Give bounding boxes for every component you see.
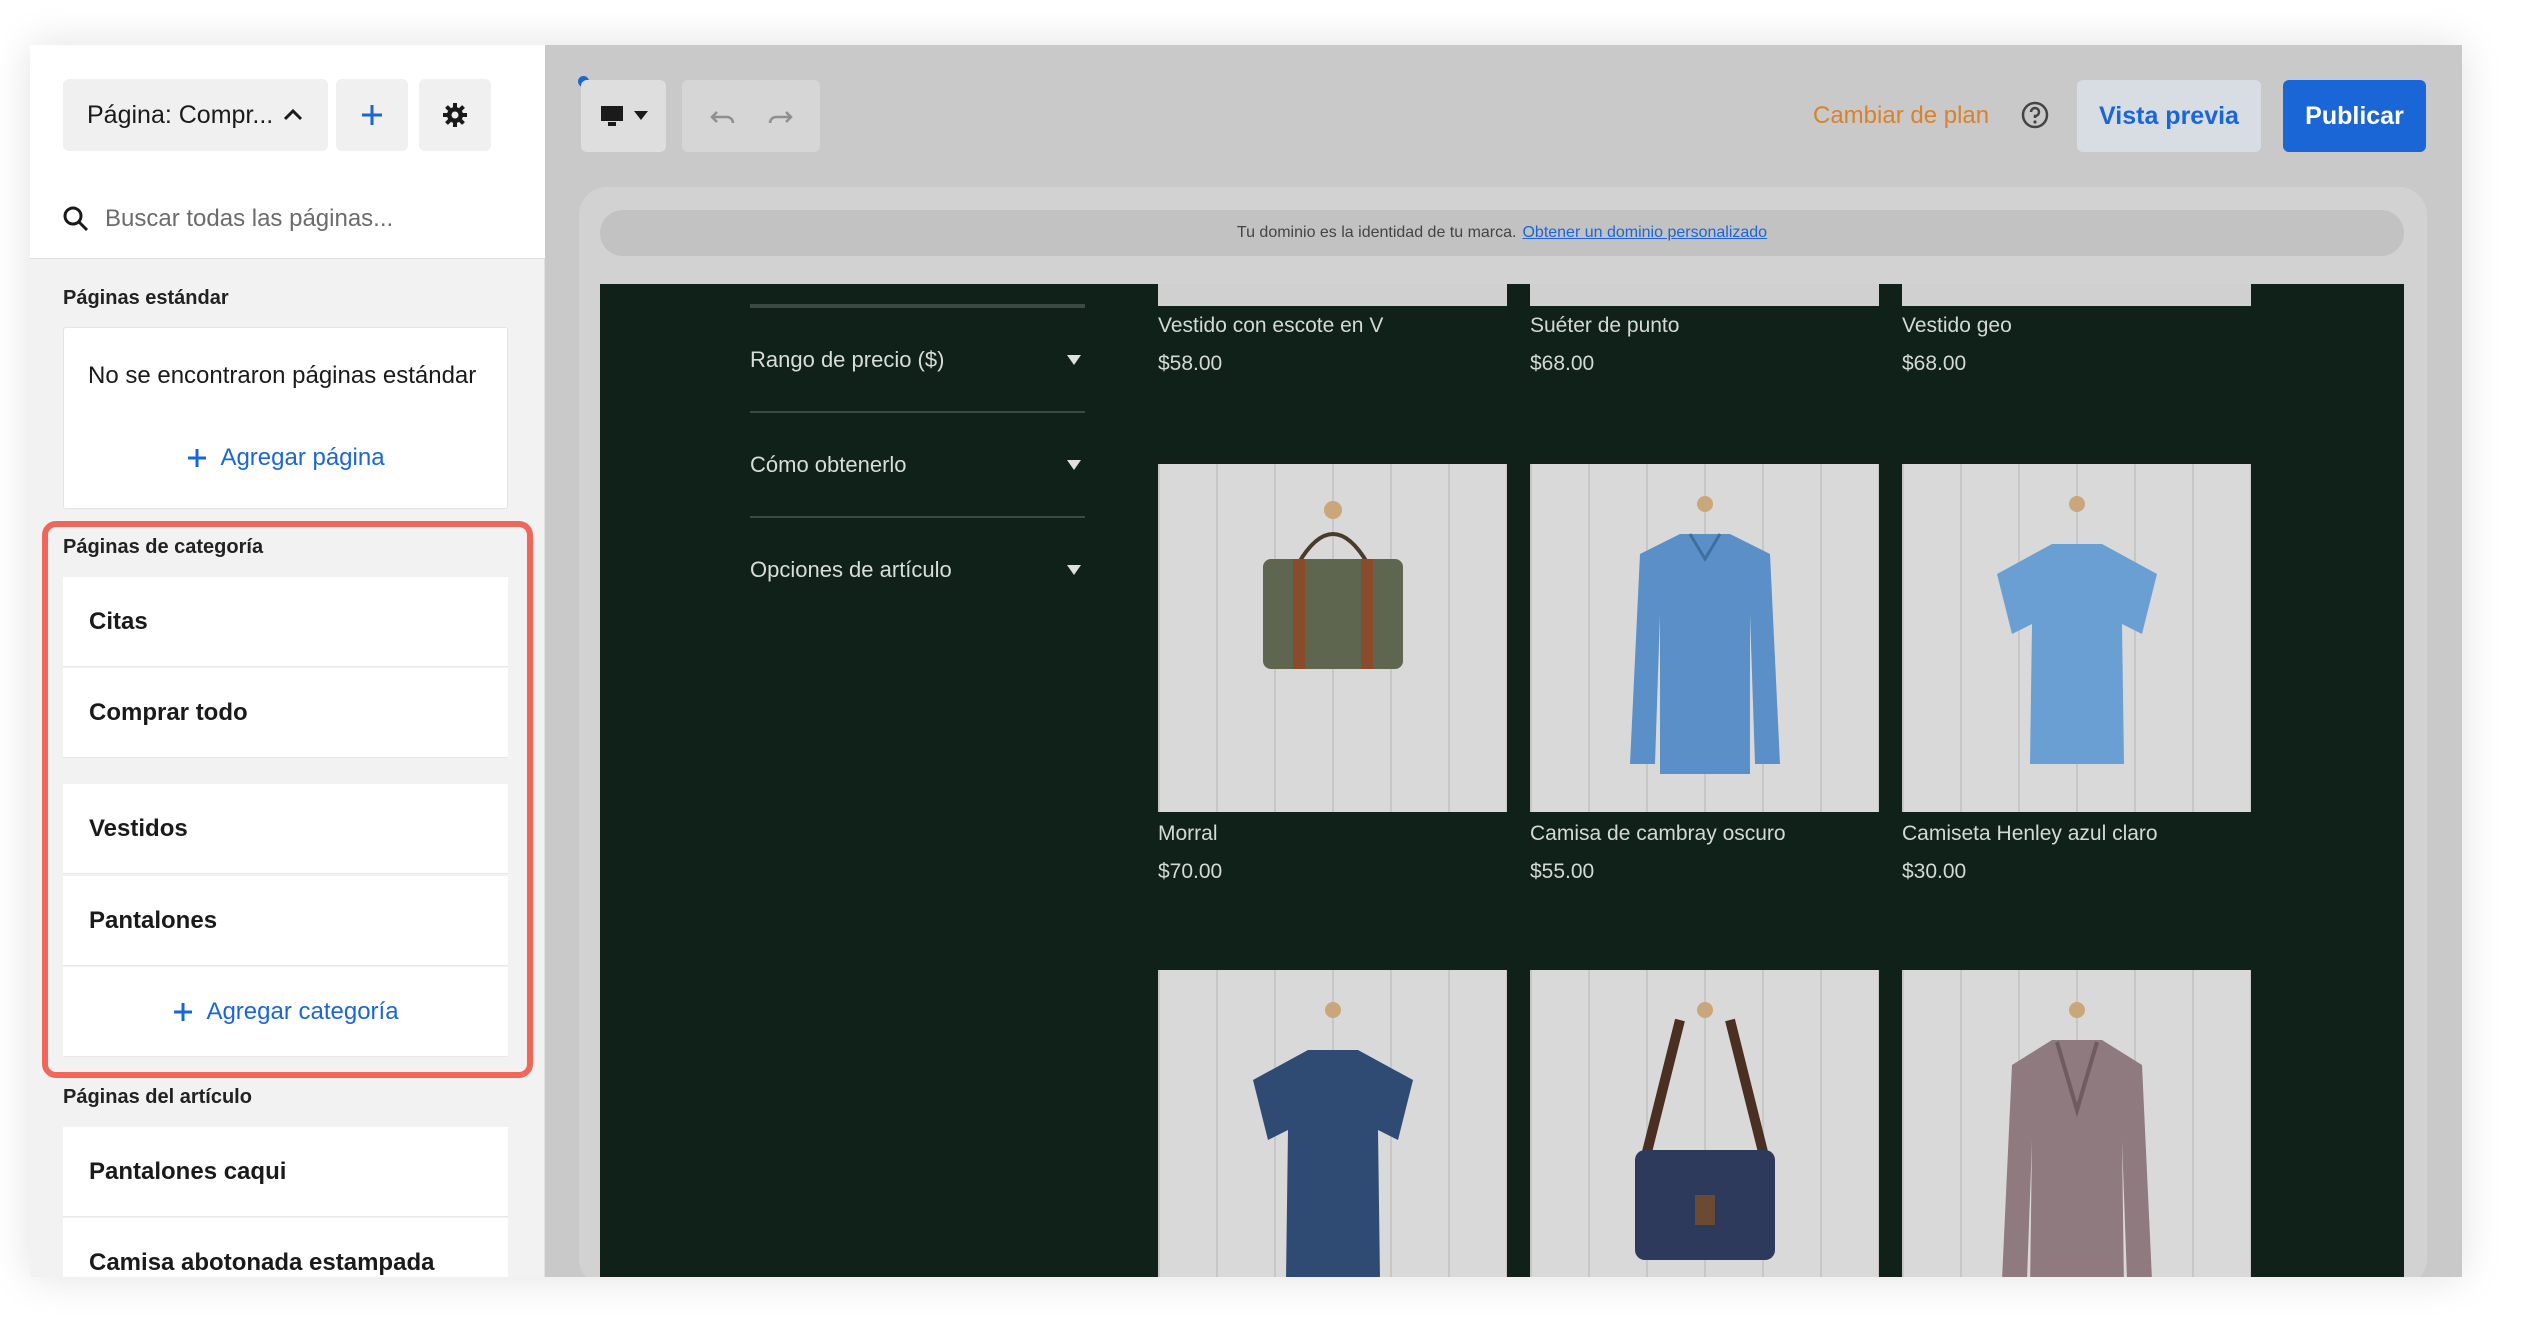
- category-item-label: Comprar todo: [89, 698, 248, 726]
- device-toggle-button[interactable]: [581, 80, 666, 152]
- shirt-image[interactable]: [1530, 464, 1879, 812]
- product-card[interactable]: Morral $70.00: [1158, 464, 1507, 884]
- editor-main: Cambiar de plan Vista previa Publicar Tu…: [545, 45, 2462, 1277]
- filter-item-options[interactable]: Opciones de artículo: [750, 516, 1085, 621]
- search-icon: [63, 206, 89, 232]
- product-card[interactable]: [1530, 970, 1879, 1277]
- caret-down-icon: [1067, 459, 1081, 470]
- category-item[interactable]: Vestidos: [63, 784, 508, 874]
- filter-price-range[interactable]: Rango de precio ($): [750, 306, 1085, 411]
- product-card[interactable]: [1158, 970, 1507, 1277]
- product-price: $70.00: [1158, 860, 1223, 883]
- standard-pages-title: Páginas estándar: [63, 287, 229, 309]
- category-item-label: Citas: [89, 607, 148, 635]
- store-preview: Rango de precio ($) Cómo obtenerlo Opcio…: [600, 284, 2404, 1277]
- history-controls: [682, 80, 820, 152]
- category-item[interactable]: Citas: [63, 577, 508, 667]
- item-page-label: Pantalones caqui: [89, 1157, 287, 1185]
- product-price: $68.00: [1902, 352, 1967, 375]
- publish-button[interactable]: Publicar: [2283, 80, 2426, 152]
- product-image-partial[interactable]: [1530, 284, 1879, 306]
- product-price: $55.00: [1530, 860, 1595, 883]
- product-name[interactable]: Camisa de cambray oscuro: [1530, 822, 1879, 846]
- add-page-button[interactable]: [336, 79, 408, 151]
- filter-label: Cómo obtenerlo: [750, 451, 907, 477]
- redo-icon[interactable]: [766, 106, 794, 126]
- preview-button[interactable]: Vista previa: [2077, 80, 2261, 152]
- page-search[interactable]: Buscar todas las páginas...: [63, 205, 393, 233]
- product-name[interactable]: Morral: [1158, 822, 1507, 846]
- page-selector-label: Página: Compr...: [87, 100, 274, 129]
- standard-pages-empty-text: No se encontraron páginas estándar: [88, 362, 477, 389]
- category-item-label: Pantalones: [89, 906, 218, 934]
- product-price: $58.00: [1158, 352, 1223, 375]
- caret-down-icon: [1067, 354, 1081, 365]
- product-name[interactable]: Camiseta Henley azul claro: [1902, 822, 2251, 846]
- desktop-icon: [600, 106, 623, 126]
- jacket-image[interactable]: [1902, 970, 2251, 1277]
- page-selector-dropdown[interactable]: Página: Compr...: [63, 79, 328, 151]
- bag-image[interactable]: [1530, 970, 1879, 1277]
- add-category-link[interactable]: Agregar categoría: [63, 967, 508, 1057]
- domain-banner-text: Tu dominio es la identidad de tu marca.: [1236, 224, 1517, 241]
- product-card[interactable]: Camiseta Henley azul claro $30.00: [1902, 464, 2251, 884]
- help-icon[interactable]: [2020, 100, 2050, 130]
- item-page[interactable]: Camisa abotonada estampada: [63, 1218, 508, 1277]
- gear-icon: [443, 103, 467, 127]
- caret-down-icon: [1067, 564, 1081, 575]
- plus-icon: [188, 449, 207, 467]
- add-page-link[interactable]: Agregar página: [64, 444, 507, 472]
- product-image-partial[interactable]: [1158, 284, 1507, 306]
- search-input[interactable]: Buscar todas las páginas...: [105, 205, 393, 233]
- caret-down-icon: [633, 111, 648, 120]
- undo-icon[interactable]: [709, 106, 737, 126]
- tshirt-image[interactable]: [1158, 970, 1507, 1277]
- filter-fulfillment[interactable]: Cómo obtenerlo: [750, 411, 1085, 516]
- product-card[interactable]: [1902, 970, 2251, 1277]
- product-image-partial[interactable]: [1902, 284, 2251, 306]
- item-pages-title: Páginas del artículo: [63, 1086, 252, 1108]
- add-category-label: Agregar categoría: [206, 997, 399, 1025]
- tshirt-image[interactable]: [1902, 464, 2251, 812]
- category-item-label: Vestidos: [89, 814, 188, 842]
- plus-icon: [362, 105, 382, 125]
- filter-label: Opciones de artículo: [750, 556, 952, 582]
- change-plan-link[interactable]: Cambiar de plan: [1813, 102, 1989, 130]
- category-item[interactable]: Pantalones: [63, 876, 508, 966]
- custom-domain-link[interactable]: Obtener un dominio personalizado: [1522, 224, 1767, 242]
- sidebar-header: Página: Compr... Buscar todas las página…: [30, 45, 545, 259]
- domain-banner: Tu dominio es la identidad de tu marca. …: [600, 210, 2404, 256]
- product-price: $68.00: [1530, 352, 1595, 375]
- chevron-up-icon: [283, 108, 303, 121]
- settings-button[interactable]: [419, 79, 491, 151]
- pages-sidebar: Página: Compr... Buscar todas las página…: [30, 45, 545, 1277]
- category-item[interactable]: Comprar todo: [63, 668, 508, 758]
- plus-icon: [174, 1002, 193, 1021]
- product-name[interactable]: Suéter de punto: [1530, 314, 1679, 338]
- standard-pages-card: No se encontraron páginas estándar Agreg…: [63, 327, 508, 509]
- product-name[interactable]: Vestido con escote en V: [1158, 314, 1383, 338]
- category-pages-title: Páginas de categoría: [63, 536, 264, 558]
- item-page-label: Camisa abotonada estampada: [89, 1248, 435, 1276]
- product-price: $30.00: [1902, 860, 1967, 883]
- editor-window: Página: Compr... Buscar todas las página…: [30, 45, 2462, 1277]
- filter-label: Rango de precio ($): [750, 346, 945, 372]
- add-page-label: Agregar página: [220, 444, 385, 471]
- product-name[interactable]: Vestido geo: [1902, 314, 2012, 338]
- item-page[interactable]: Pantalones caqui: [63, 1127, 508, 1217]
- product-card[interactable]: Camisa de cambray oscuro $55.00: [1530, 464, 1879, 884]
- bag-image[interactable]: [1158, 464, 1507, 812]
